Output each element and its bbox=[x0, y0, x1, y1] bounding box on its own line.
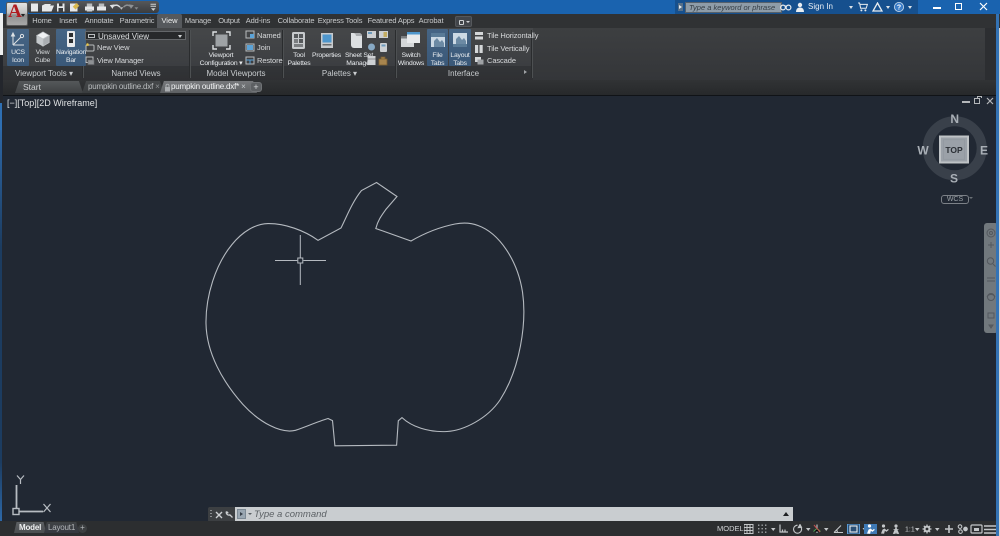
svg-text:?: ? bbox=[897, 5, 901, 12]
svg-text:1:1: 1:1 bbox=[905, 526, 915, 533]
